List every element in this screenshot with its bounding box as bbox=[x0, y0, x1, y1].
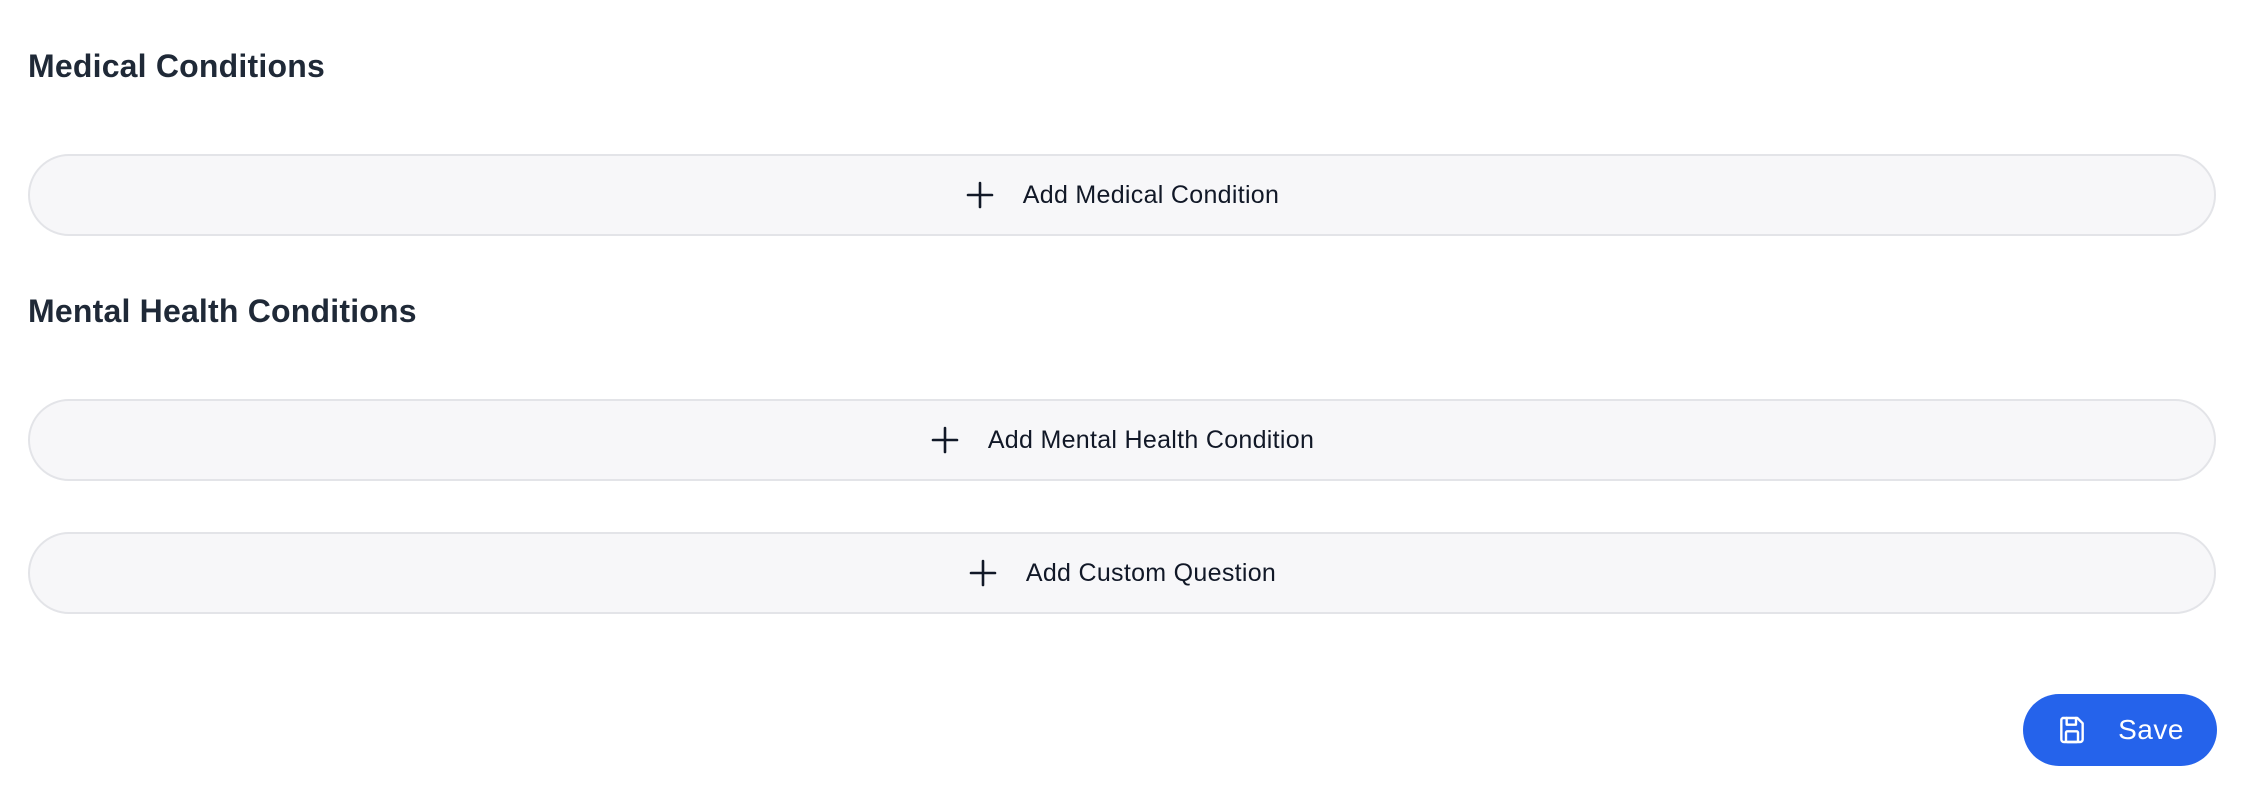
plus-icon bbox=[965, 180, 995, 210]
floppy-disk-icon bbox=[2056, 714, 2088, 746]
plus-icon bbox=[968, 558, 998, 588]
medical-conditions-heading: Medical Conditions bbox=[28, 48, 325, 84]
plus-icon bbox=[930, 425, 960, 455]
mental-health-conditions-heading: Mental Health Conditions bbox=[28, 293, 417, 329]
conditions-form: Medical Conditions Add Medical Condition… bbox=[0, 0, 2254, 812]
add-custom-question-button[interactable]: Add Custom Question bbox=[28, 532, 2216, 614]
save-label: Save bbox=[2118, 714, 2184, 745]
add-medical-condition-label: Add Medical Condition bbox=[1022, 180, 1280, 209]
add-mental-health-condition-button[interactable]: Add Mental Health Condition bbox=[28, 399, 2216, 481]
add-custom-question-label: Add Custom Question bbox=[1025, 558, 1277, 587]
add-mental-health-condition-label: Add Mental Health Condition bbox=[987, 425, 1315, 454]
save-button[interactable]: Save bbox=[2023, 694, 2217, 766]
add-medical-condition-button[interactable]: Add Medical Condition bbox=[28, 154, 2216, 236]
